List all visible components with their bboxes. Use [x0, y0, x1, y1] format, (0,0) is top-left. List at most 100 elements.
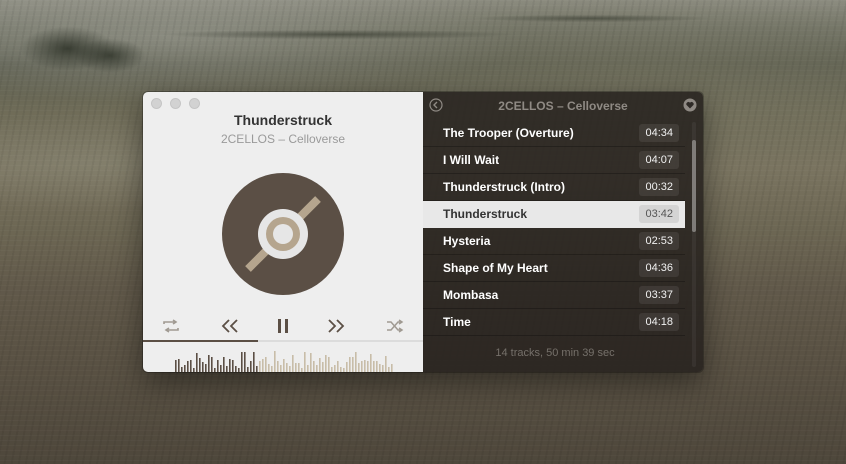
waveform-bar [190, 360, 192, 372]
progress-fill [143, 340, 258, 342]
track-list: The Trooper (Overture) 04:34 I Will Wait… [423, 120, 685, 336]
waveform-bar [280, 365, 282, 372]
track-duration: 04:18 [639, 313, 679, 331]
close-button[interactable] [151, 98, 162, 109]
waveform-bar [304, 352, 306, 372]
waveform-bar [250, 361, 252, 372]
album-title: 2CELLOS – Celloverse [498, 99, 628, 113]
playback-controls [143, 316, 423, 336]
track-duration: 03:42 [639, 205, 679, 223]
wallpaper-treeline [0, 10, 846, 80]
minimize-button[interactable] [170, 98, 181, 109]
track-duration: 04:07 [639, 151, 679, 169]
waveform-bar [316, 365, 318, 372]
waveform-bar [355, 352, 357, 372]
waveform-bar [271, 366, 273, 372]
track-title: Mombasa [443, 288, 499, 302]
waveform-bar [196, 353, 198, 372]
track-duration: 03:37 [639, 286, 679, 304]
track-duration: 00:32 [639, 178, 679, 196]
track-row[interactable]: The Trooper (Overture) 04:34 [423, 120, 685, 147]
waveform-bar [181, 367, 183, 372]
waveform-bar [301, 368, 303, 372]
waveform-bar [241, 352, 243, 372]
repeat-button[interactable] [160, 316, 182, 336]
waveform-bar [370, 354, 372, 372]
track-title: I Will Wait [443, 153, 500, 167]
playlist-scrollbar[interactable] [692, 122, 696, 367]
scrollbar-thumb[interactable] [692, 140, 696, 232]
waveform-bar [307, 365, 309, 372]
track-row[interactable]: Mombasa 03:37 [423, 282, 685, 309]
waveform-bar [337, 361, 339, 372]
waveform-bar [184, 365, 186, 372]
waveform-bar [229, 359, 231, 372]
previous-button[interactable] [219, 316, 241, 336]
waveform-bar [265, 357, 267, 372]
track-title: Thunderstruck (Intro) [443, 180, 565, 194]
waveform-bar [238, 368, 240, 372]
repeat-icon [163, 319, 179, 333]
track-row[interactable]: Hysteria 02:53 [423, 228, 685, 255]
waveform-bar [283, 359, 285, 372]
waveform-bar [199, 358, 201, 372]
waveform-bar [220, 365, 222, 372]
track-row[interactable]: Thunderstruck (Intro) 00:32 [423, 174, 685, 201]
waveform-bar [325, 355, 327, 372]
waveform-bar [235, 366, 237, 372]
waveform-bar [328, 357, 330, 372]
waveform-bar [295, 363, 297, 372]
waveform-bar [259, 361, 261, 372]
waveform-bar [376, 361, 378, 372]
track-row[interactable]: Shape of My Heart 04:36 [423, 255, 685, 282]
waveform-bar [232, 360, 234, 372]
waveform-bar [178, 359, 180, 372]
track-row[interactable]: I Will Wait 04:07 [423, 147, 685, 174]
waveform-bar [391, 364, 393, 372]
track-title: Time [443, 315, 471, 329]
track-duration: 02:53 [639, 232, 679, 250]
track-title: The Trooper (Overture) [443, 126, 574, 140]
waveform-bar [208, 355, 210, 372]
waveform-bar [313, 361, 315, 372]
waveform-bar [367, 361, 369, 372]
track-duration: 04:34 [639, 124, 679, 142]
waveform-bar [319, 358, 321, 372]
waveform-bar [364, 360, 366, 372]
waveform-bar [373, 361, 375, 372]
waveform-bar [385, 356, 387, 372]
waveform-bar [382, 365, 384, 372]
music-player-window: Thunderstruck 2CELLOS – Celloverse 2CELL… [143, 92, 703, 372]
shuffle-icon [387, 319, 404, 333]
waveform-bar [247, 367, 249, 372]
progress-bar[interactable] [143, 340, 423, 342]
waveform-bar [226, 366, 228, 372]
waveform-bar [388, 367, 390, 372]
waveform-bar [331, 367, 333, 372]
waveform-bar [352, 357, 354, 372]
now-playing-panel: Thunderstruck 2CELLOS – Celloverse [143, 92, 423, 372]
waveform-bar [361, 361, 363, 372]
waveform-bar [187, 361, 189, 372]
pause-icon [278, 319, 288, 333]
track-row[interactable]: Time 04:18 [423, 309, 685, 336]
shuffle-button[interactable] [384, 316, 406, 336]
waveform-bar [379, 364, 381, 372]
playlist-header: 2CELLOS – Celloverse [423, 92, 703, 118]
waveform-bar [211, 357, 213, 372]
waveform-bar [358, 363, 360, 372]
pause-button[interactable] [272, 316, 294, 336]
waveform-bar [346, 362, 348, 372]
waveform-bar [193, 368, 195, 372]
track-duration: 04:36 [639, 259, 679, 277]
favorite-button[interactable] [683, 98, 697, 117]
waveform-bar [268, 364, 270, 372]
waveform-bar [298, 363, 300, 372]
track-row-active[interactable]: Thunderstruck 03:42 [423, 201, 685, 228]
playlist-panel: 2CELLOS – Celloverse The Trooper (Overtu… [423, 92, 703, 372]
zoom-button[interactable] [189, 98, 200, 109]
waveform-bar [322, 362, 324, 372]
next-button[interactable] [325, 316, 347, 336]
next-icon [328, 319, 345, 333]
waveform[interactable] [143, 346, 423, 372]
